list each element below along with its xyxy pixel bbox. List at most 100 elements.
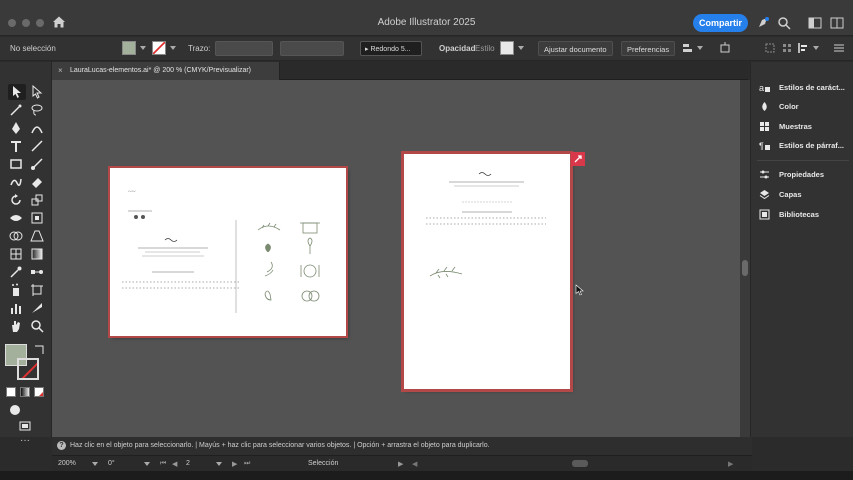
panel-label: Estilos de caráct... (779, 83, 845, 92)
direct-selection-tool[interactable] (30, 85, 44, 99)
left-scroll-icon[interactable]: ◀ (412, 460, 417, 468)
graphic-style-swatch[interactable] (500, 41, 514, 55)
align-icon[interactable] (682, 42, 694, 54)
more-tools-icon[interactable]: ··· (18, 435, 32, 449)
graph-tool[interactable] (9, 301, 23, 315)
canvas[interactable]: ~~ (52, 80, 740, 437)
line-tool[interactable] (30, 139, 44, 153)
chevron-down-icon[interactable] (813, 46, 819, 50)
shaper-tool[interactable] (9, 175, 23, 189)
discover-icon[interactable] (756, 16, 770, 30)
vertical-scrollbar[interactable] (740, 80, 750, 437)
grid-icon[interactable] (781, 42, 793, 54)
layers-icon (759, 190, 770, 200)
right-scroll-icon[interactable]: ▶ (728, 460, 733, 468)
help-icon: ? (57, 441, 66, 450)
preferences-button[interactable]: Preferencias (621, 41, 676, 56)
no-stroke-icon (153, 42, 165, 54)
paragraph-align-icon[interactable] (797, 42, 809, 54)
previous-artboard-icon[interactable]: ◀ (172, 460, 177, 468)
panel-character-styles[interactable]: a Estilos de caráct... (759, 80, 853, 96)
panel-properties[interactable]: Propiedades (759, 167, 853, 183)
chevron-down-icon[interactable] (140, 46, 146, 50)
selection-tool[interactable] (8, 84, 26, 100)
vertical-scroll-thumb[interactable] (742, 260, 748, 276)
status-menu-arrow-icon[interactable]: ▶ (398, 460, 403, 468)
artboard-1[interactable]: ~~ (110, 168, 346, 336)
document-tab[interactable]: × LauraLucas-elementos.ai* @ 200 % (CMYK… (52, 62, 280, 80)
curvature-tool[interactable] (30, 121, 44, 135)
chevron-down-icon[interactable] (144, 462, 150, 466)
zoom-tool[interactable] (30, 319, 44, 333)
zoom-icon (31, 320, 44, 333)
perspective-grid-tool[interactable] (30, 229, 44, 243)
rectangle-tool[interactable] (9, 157, 23, 171)
paintbrush-tool[interactable] (30, 157, 44, 171)
gradient-mode-button[interactable] (20, 387, 30, 397)
hand-tool[interactable] (9, 319, 23, 333)
panel-libraries[interactable]: Bibliotecas (759, 207, 853, 223)
variable-width-field[interactable] (280, 41, 344, 56)
panel-layers[interactable]: Capas (759, 187, 853, 203)
panel-color[interactable]: Color (759, 99, 853, 115)
workspace-switcher-icon[interactable] (808, 16, 822, 30)
close-tab-icon[interactable]: × (58, 66, 63, 75)
bottom-edge (0, 471, 853, 480)
panel-swatches[interactable]: Muestras (759, 119, 853, 135)
stroke-color-box[interactable] (17, 358, 39, 380)
lasso-tool[interactable] (30, 103, 44, 117)
isolate-icon[interactable] (764, 42, 776, 54)
symbol-sprayer-tool[interactable] (9, 283, 23, 297)
next-artboard-icon[interactable]: ▶ (232, 460, 237, 468)
draw-mode-tool[interactable] (8, 403, 22, 417)
shape-builder-tool[interactable] (9, 229, 23, 243)
free-transform-tool[interactable] (30, 211, 44, 225)
arrange-documents-icon[interactable] (830, 16, 844, 30)
width-icon (10, 215, 22, 221)
scale-tool[interactable] (30, 193, 44, 207)
stroke-swatch[interactable] (152, 41, 166, 55)
first-artboard-icon[interactable]: ⏮ (160, 460, 166, 468)
eyedropper-tool[interactable] (9, 265, 23, 279)
gradient-tool[interactable] (30, 247, 44, 261)
artboard-number[interactable]: 2 (186, 460, 190, 467)
blend-tool[interactable] (30, 265, 44, 279)
fit-document-button[interactable]: Ajustar documento (538, 41, 613, 56)
chevron-down-icon[interactable] (170, 46, 176, 50)
slice-tool[interactable] (30, 301, 44, 315)
screen-mode-tool[interactable] (18, 419, 32, 433)
chevron-down-icon[interactable] (92, 462, 98, 466)
pen-tool[interactable] (9, 121, 23, 135)
none-mode-button[interactable] (34, 387, 44, 397)
panel-menu-icon[interactable] (833, 42, 845, 54)
width-tool[interactable] (9, 211, 23, 225)
line-segment-icon (31, 140, 43, 152)
rotation-value[interactable]: 0° (108, 460, 115, 467)
fill-swatch[interactable] (122, 41, 136, 55)
artboard-2[interactable] (404, 154, 570, 389)
svg-text:¶: ¶ (759, 141, 764, 151)
swap-fill-stroke-icon[interactable] (33, 342, 44, 354)
zoom-level[interactable]: 200% (58, 460, 76, 467)
last-artboard-icon[interactable]: ⏭ (244, 460, 250, 468)
eraser-tool[interactable] (30, 175, 44, 189)
chevron-down-icon[interactable] (697, 46, 703, 50)
chevron-down-icon[interactable] (518, 46, 524, 50)
type-tool[interactable] (9, 139, 23, 153)
horizontal-scroll-thumb[interactable] (572, 460, 588, 467)
brush-definition-dropdown[interactable]: ▸ Redondo 5... (360, 41, 422, 56)
transform-icon[interactable] (719, 42, 731, 54)
search-icon[interactable] (777, 16, 791, 30)
chevron-down-icon[interactable] (216, 462, 222, 466)
mesh-tool[interactable] (9, 247, 23, 261)
artboard-options-handle[interactable] (571, 152, 585, 166)
panel-paragraph-styles[interactable]: ¶ Estilos de párraf... (759, 138, 853, 154)
artboard-tool[interactable] (30, 283, 44, 297)
magic-wand-tool[interactable] (9, 103, 23, 117)
rotate-tool[interactable] (9, 193, 23, 207)
color-mode-button[interactable] (6, 387, 16, 397)
share-button[interactable]: Compartir (693, 14, 748, 32)
stroke-weight-field[interactable] (215, 41, 273, 56)
type-icon (11, 141, 21, 152)
opacity-label[interactable]: Opacidad (439, 44, 475, 53)
